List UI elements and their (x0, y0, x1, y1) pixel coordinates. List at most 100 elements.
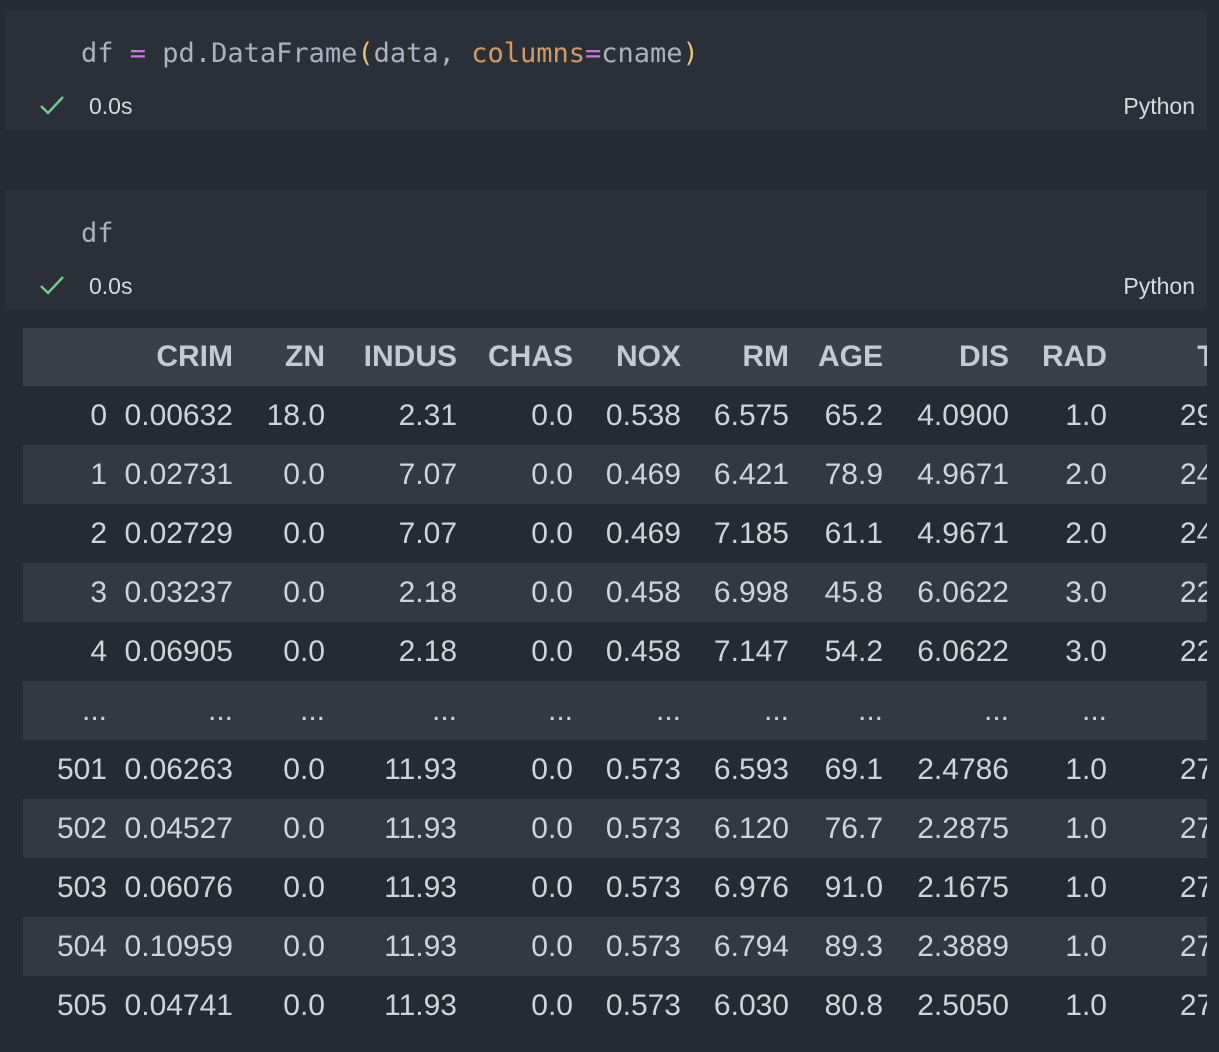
code-cell-1[interactable]: df = pd.DataFrame(data, columns=cname) 0… (5, 10, 1207, 130)
table-cell: 0.0 (283, 516, 325, 550)
table-cell: 0.458 (605, 634, 681, 668)
row-index: 1 (90, 457, 107, 491)
table-cell: 0.573 (605, 988, 681, 1022)
row-index: 2 (90, 516, 107, 550)
table-cell: ... (1115, 681, 1207, 740)
table-cell: ... (655, 693, 681, 727)
table-cell: 0.0 (531, 870, 573, 904)
table-cell: ... (857, 693, 883, 727)
table-cell: 2.2875 (917, 811, 1009, 845)
table-cell: 2.3889 (917, 929, 1009, 963)
execution-time: 0.0s (89, 273, 133, 299)
table-cell: ... (763, 693, 789, 727)
table-cell: 273.0 (1179, 811, 1207, 845)
table-cell: 0.0 (283, 457, 325, 491)
table-cell: 11.93 (384, 988, 457, 1022)
table-cell: 296.0 (1179, 398, 1207, 432)
table-cell: 0.10959 (124, 929, 233, 963)
table-cell: 0.0 (283, 929, 325, 963)
table-row: 1 0.02731 0.0 7.07 0.0 0.469 6.421 78.9 4.9671 2.… (23, 445, 1207, 504)
table-cell: 76.7 (824, 811, 883, 845)
table-cell: 6.575 (713, 398, 789, 432)
table-cell: 78.9 (824, 457, 883, 491)
column-header: ZN (285, 340, 325, 373)
table-cell: 3.0 (1065, 634, 1107, 668)
table-cell: 0.06263 (124, 752, 233, 786)
table-cell: 0.02729 (124, 516, 233, 550)
table-cell: 0.573 (605, 752, 681, 786)
table-cell: 6.998 (713, 575, 789, 609)
table-cell: 0.538 (605, 398, 681, 432)
column-header: INDUS (363, 340, 457, 373)
table-cell: ... (207, 693, 233, 727)
table-cell: 0.458 (605, 575, 681, 609)
table-cell: 61.1 (824, 516, 883, 550)
table-cell: 4.9671 (917, 516, 1009, 550)
table-cell: 2.18 (398, 575, 457, 609)
table-cell: 222.0 (1179, 634, 1207, 668)
table-row: 504 0.10959 0.0 11.93 0.0 0.573 6.794 89.3 2.388… (23, 917, 1207, 976)
table-cell: 2.0 (1065, 516, 1107, 550)
table-cell: 2.1675 (917, 870, 1009, 904)
code-token: columns (471, 38, 585, 69)
table-cell: 1.0 (1065, 988, 1107, 1022)
code-token: = (584, 38, 602, 69)
code-cell-2[interactable]: df 0.0s Python (5, 190, 1207, 310)
table-cell: 91.0 (824, 870, 883, 904)
table-cell: 0.469 (605, 516, 681, 550)
table-cell: 273.0 (1179, 752, 1207, 786)
table-cell: 0.06905 (124, 634, 233, 668)
table-row: 505 0.04741 0.0 11.93 0.0 0.573 6.030 80.8 2.505… (23, 976, 1207, 1035)
table-cell: 242.0 (1179, 457, 1207, 491)
table-cell: 54.2 (824, 634, 883, 668)
table-row: 503 0.06076 0.0 11.93 0.0 0.573 6.976 91.0 2.167… (23, 858, 1207, 917)
execution-time: 0.0s (89, 93, 133, 119)
row-index: 503 (56, 870, 107, 904)
table-cell: 0.0 (531, 516, 573, 550)
table-row: 502 0.04527 0.0 11.93 0.0 0.573 6.120 76.7 2.287… (23, 799, 1207, 858)
code-token: pd.DataFrame (146, 38, 358, 69)
table-cell: 0.0 (531, 634, 573, 668)
table-cell: ... (1081, 693, 1107, 727)
table-cell: 0.0 (283, 575, 325, 609)
code-token: df (81, 218, 114, 249)
row-index: 0 (90, 398, 107, 432)
table-cell: ... (983, 693, 1009, 727)
code-token: cname (601, 38, 683, 69)
table-cell: 0.0 (531, 575, 573, 609)
table-cell: 11.93 (384, 929, 457, 963)
table-cell: 0.02731 (124, 457, 233, 491)
code-token: ) (682, 38, 699, 69)
code-editor[interactable]: df = pd.DataFrame(data, columns=cname) (81, 34, 699, 74)
table-cell: 6.794 (713, 929, 789, 963)
column-header: CHAS (487, 340, 573, 373)
kernel-language-button[interactable]: Python (1123, 93, 1195, 120)
table-cell: 0.0 (283, 634, 325, 668)
table-cell: 18.0 (266, 398, 325, 432)
code-token: ( (357, 38, 374, 69)
table-cell: 1.0 (1065, 929, 1107, 963)
code-editor[interactable]: df (81, 214, 114, 254)
table-cell: 273.0 (1179, 929, 1207, 963)
table-cell: 45.8 (824, 575, 883, 609)
table-cell: 11.93 (384, 811, 457, 845)
kernel-language-button[interactable]: Python (1123, 273, 1195, 300)
table-cell: 0.0 (283, 870, 325, 904)
table-cell: 0.0 (531, 752, 573, 786)
table-cell: 4.9671 (917, 457, 1009, 491)
row-index: ... (81, 693, 107, 727)
table-cell: 1.0 (1065, 811, 1107, 845)
check-icon (40, 96, 64, 115)
table-cell: 0.0 (531, 929, 573, 963)
table-cell: 0.573 (605, 870, 681, 904)
table-cell: 273.0 (1179, 988, 1207, 1022)
table-cell: 4.0900 (917, 398, 1009, 432)
table-cell: 0.03237 (124, 575, 233, 609)
table-cell: 242.0 (1179, 516, 1207, 550)
index-header (23, 328, 115, 386)
table-row: 2 0.02729 0.0 7.07 0.0 0.469 7.185 61.1 4.9671 2.… (23, 504, 1207, 563)
row-index: 505 (56, 988, 107, 1022)
check-icon (40, 276, 64, 295)
table-cell: 0.0 (283, 988, 325, 1022)
dataframe-table: CRIM ZN INDUS CHAS NOX RM AGE DIS RAD TAX 0 0.0063… (23, 328, 1207, 1035)
